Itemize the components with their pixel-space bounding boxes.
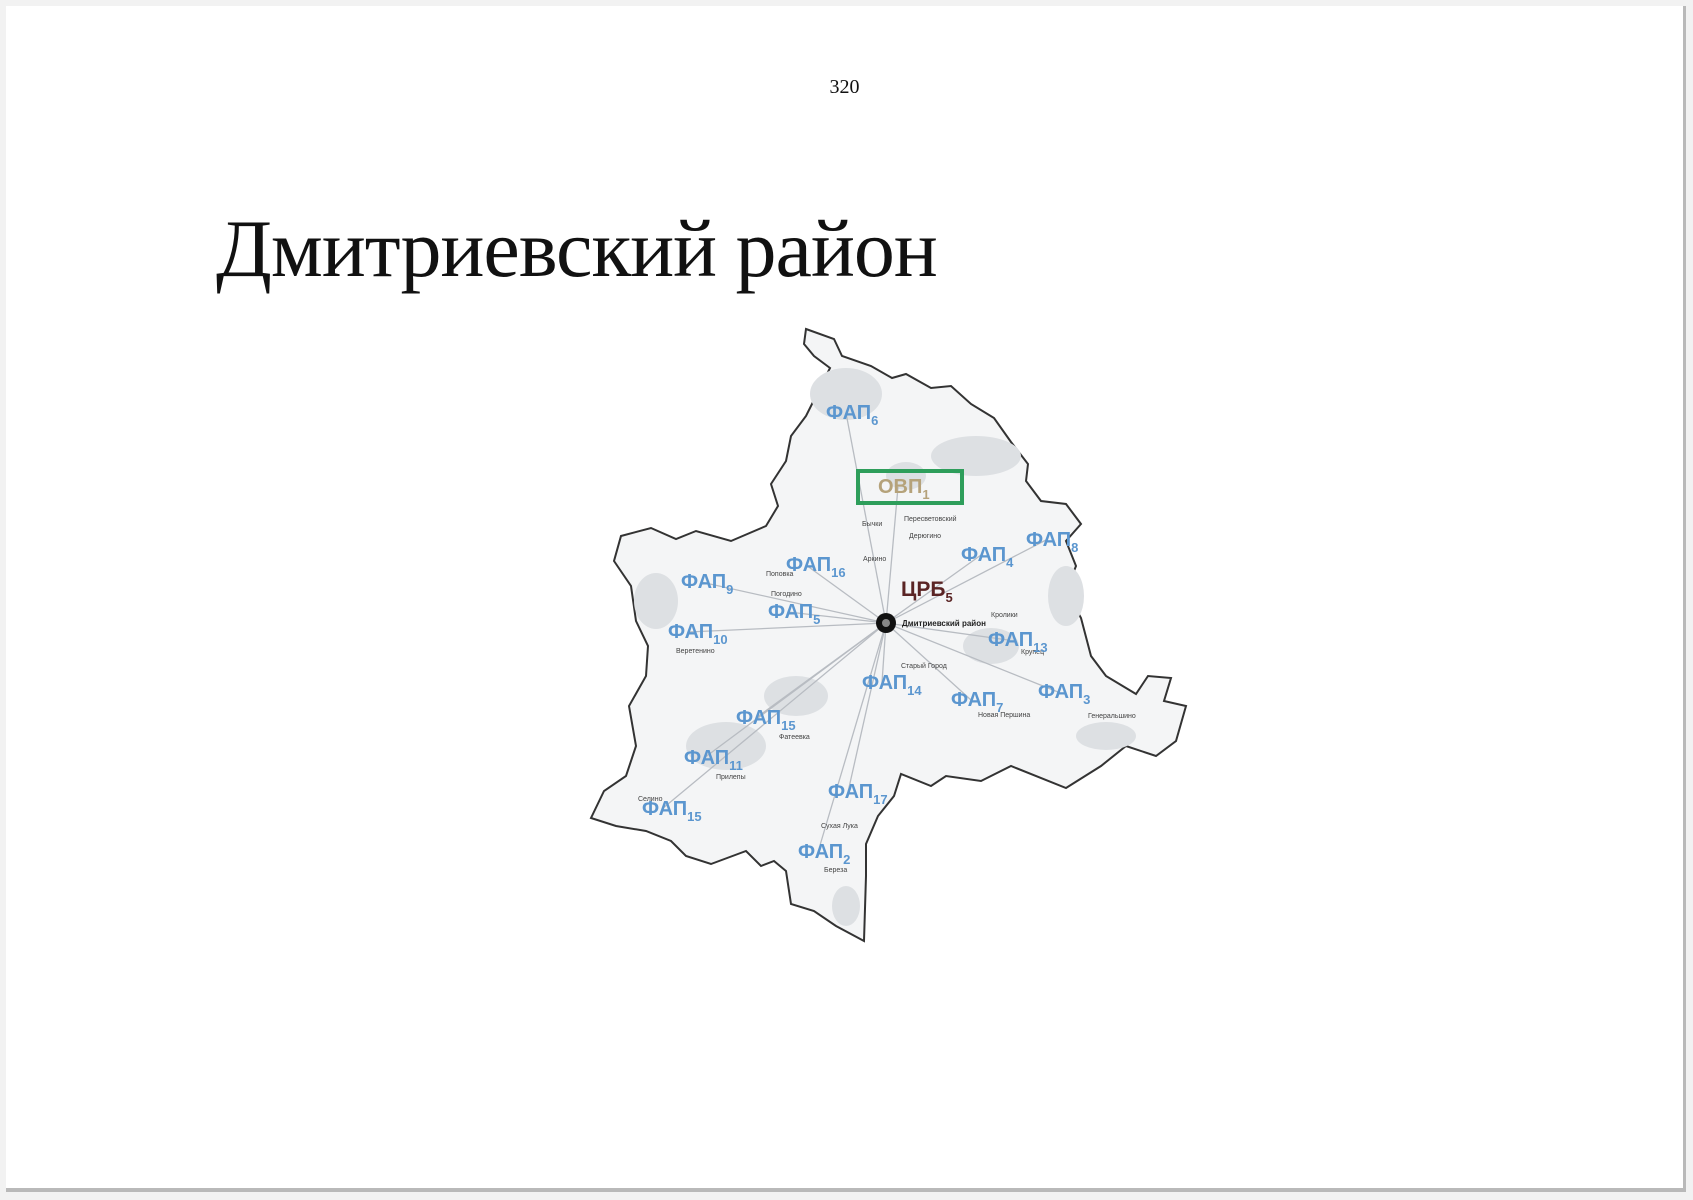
village-name: Погодино (771, 591, 802, 598)
village-name: Сухая Лука (821, 823, 858, 830)
village-name: Фатеевка (779, 734, 810, 741)
document-page: 320 Дмитриевский район Поповка Пересветов… (6, 6, 1686, 1192)
village-name: Кролики (991, 612, 1018, 619)
forest-area (1048, 566, 1084, 626)
crb-label: ЦРБ5 (901, 578, 953, 605)
forest-area (1076, 722, 1136, 750)
village-name: Береза (824, 867, 847, 874)
map-pin-center (882, 619, 890, 627)
village-name: Аркино (863, 556, 886, 563)
village-name: Бычки (862, 521, 882, 528)
center-marker-label: Дмитриевский район (902, 619, 986, 628)
village-name: Старый Город (901, 662, 947, 670)
village-name: Пересветовский (904, 515, 957, 523)
village-name: Генеральшино (1088, 713, 1136, 720)
forest-area (832, 886, 860, 926)
district-map: ПоповкаПересветовскийДерюгиноПогодиноФат… (589, 327, 1188, 943)
village-name: Веретенино (676, 648, 715, 655)
village-name: Новая Першина (978, 712, 1030, 719)
village-name: Прилепы (716, 774, 746, 781)
village-name: Дерюгино (909, 533, 941, 540)
